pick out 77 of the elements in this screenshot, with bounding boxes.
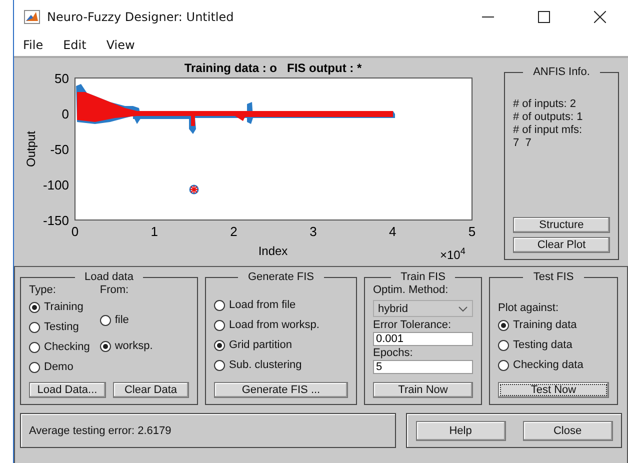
x-tick-label: 0	[71, 224, 79, 239]
radio-button[interactable]	[29, 302, 40, 312]
radio-option[interactable]: Training	[29, 297, 90, 317]
y-tick-label: 0	[62, 106, 69, 122]
plot-title: Training data : o FIS output : *	[184, 61, 362, 75]
plot-against-label: Plot against:	[498, 301, 560, 315]
status-text: Average testing error: 2.6179	[29, 424, 172, 436]
push-button[interactable]: Load Data...	[29, 382, 106, 398]
type-label: Type:	[29, 283, 57, 297]
radio-button[interactable]	[29, 342, 40, 352]
menu-item[interactable]: View	[106, 38, 135, 52]
radio-button[interactable]	[29, 362, 40, 372]
chevron-icon	[458, 306, 468, 312]
info-text: # of outputs: 1	[513, 111, 584, 124]
y-tick-label: 50	[54, 71, 69, 86]
push-button[interactable]: Structure	[513, 217, 610, 233]
radio-option[interactable]: Grid partition	[214, 335, 348, 355]
app-icon	[24, 10, 40, 24]
info-text: # of input mfs:	[513, 124, 584, 137]
radio-option[interactable]: Demo	[29, 357, 90, 377]
method-dropdown[interactable]: hybrid	[373, 300, 473, 317]
push-button[interactable]: Clear Plot	[513, 237, 610, 253]
group-title: Load data	[84, 271, 134, 283]
radio-option[interactable]: Training data	[498, 315, 609, 335]
radio-button[interactable]	[498, 320, 509, 330]
maximize-icon[interactable]	[538, 11, 550, 23]
push-button[interactable]: Help	[416, 420, 506, 440]
radio-button[interactable]	[214, 320, 225, 330]
method-label: Optim. Method:	[373, 283, 450, 297]
x-tick-label: 5	[468, 224, 476, 239]
radio-option[interactable]: Testing data	[498, 335, 609, 355]
from-label: From:	[100, 283, 130, 297]
tolerance-field[interactable]: 0.001	[373, 332, 473, 346]
train-now-button[interactable]: Train Now	[373, 382, 473, 398]
group-title: Generate FIS	[246, 271, 316, 283]
radio-option[interactable]: Load from worksp.	[214, 315, 348, 335]
radio-button[interactable]	[214, 300, 225, 310]
y-axis-label: Output	[24, 130, 38, 168]
group-title: Test FIS	[532, 271, 575, 283]
radio-option[interactable]: file	[100, 310, 153, 330]
y-tick-label: -50	[50, 142, 69, 157]
epochs-label: Epochs:	[373, 346, 414, 360]
test-now-button[interactable]: Test Now	[498, 382, 609, 398]
info-text: 7 7	[513, 137, 532, 150]
radio-option[interactable]: Testing	[29, 317, 90, 337]
window-title: Neuro-Fuzzy Designer: Untitled	[47, 10, 234, 24]
radio-button[interactable]	[29, 322, 40, 332]
radio-option[interactable]: Load from file	[214, 295, 348, 315]
x-tick-label: 3	[310, 224, 317, 239]
radio-button[interactable]	[100, 314, 111, 326]
axis-multiplier: ×10$^{4}$	[440, 246, 466, 262]
group-title: Train FIS	[400, 271, 446, 283]
radio-option[interactable]: Sub. clustering	[214, 355, 348, 375]
menu-item[interactable]: File	[23, 38, 44, 52]
group-title: ANFIS Info.	[532, 66, 591, 78]
radio-button[interactable]	[498, 340, 509, 350]
info-text: # of inputs: 2	[513, 98, 577, 111]
y-tick-label: -100	[42, 178, 69, 192]
radio-option[interactable]: Checking	[29, 337, 90, 357]
push-button[interactable]: Clear Data	[112, 382, 189, 398]
x-tick-label: 1	[150, 224, 158, 239]
radio-button[interactable]	[214, 360, 225, 370]
radio-option[interactable]: worksp.	[100, 336, 153, 356]
radio-option[interactable]: Checking data	[498, 355, 609, 375]
y-tick-label: -150	[42, 213, 69, 228]
epochs-field[interactable]: 5	[373, 360, 473, 374]
generate-fis-button[interactable]: Generate FIS ...	[214, 382, 348, 398]
radio-button[interactable]	[498, 360, 509, 370]
push-button[interactable]: Close	[522, 420, 612, 440]
x-tick-label: 4	[388, 224, 396, 239]
menu-item[interactable]: Edit	[63, 38, 86, 52]
x-tick-label: 2	[230, 224, 238, 239]
radio-button[interactable]	[100, 340, 111, 352]
radio-button[interactable]	[214, 340, 225, 350]
x-axis-label: Index	[258, 244, 288, 258]
tolerance-label: Error Tolerance:	[373, 318, 452, 332]
close-icon[interactable]	[594, 11, 606, 23]
